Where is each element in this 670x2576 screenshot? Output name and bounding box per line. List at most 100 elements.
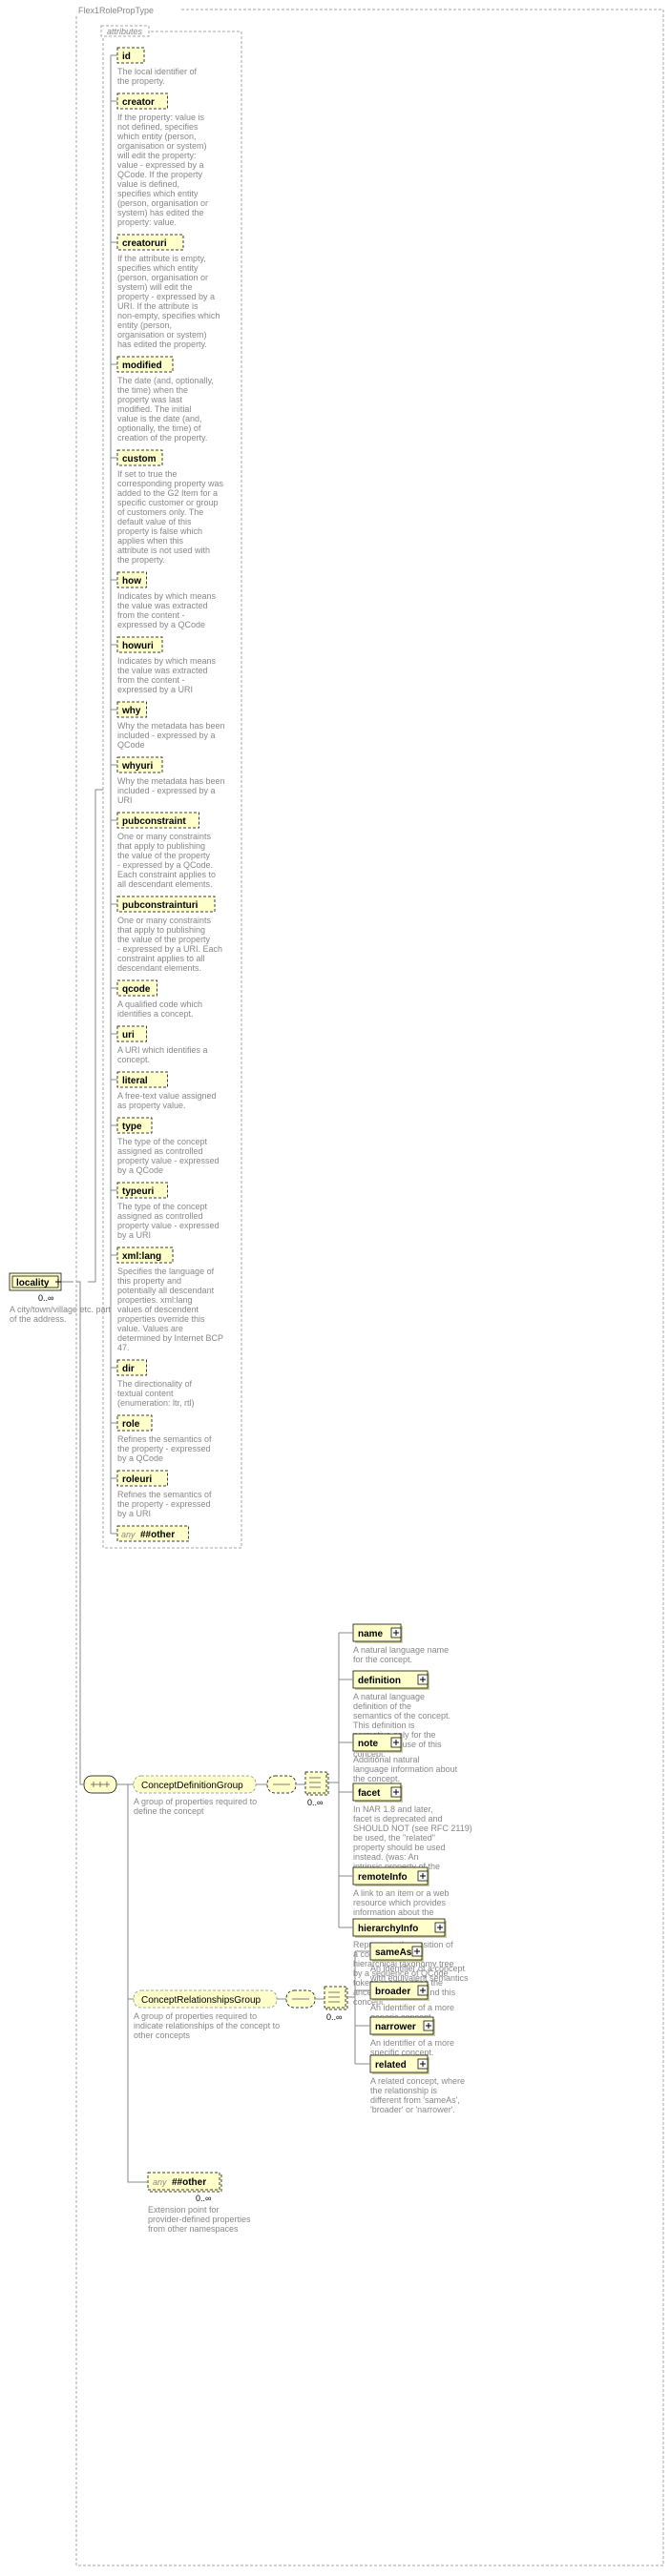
svg-text:typeuri: typeuri bbox=[122, 1186, 155, 1197]
attr-pubconstraint: pubconstraint One or many constraintsthat… bbox=[111, 813, 216, 889]
svg-text:xml:lang: xml:lang bbox=[122, 1251, 161, 1262]
svg-text:note: note bbox=[358, 1739, 379, 1749]
def-name: name A natural language namefor the conce… bbox=[339, 1624, 449, 1664]
svg-text:##other: ##other bbox=[140, 1530, 175, 1540]
svg-text:any: any bbox=[153, 2177, 167, 2187]
svg-text:pubconstraint: pubconstraint bbox=[122, 816, 186, 827]
svg-text:howuri: howuri bbox=[122, 641, 154, 651]
svg-text:sameAs: sameAs bbox=[375, 1947, 412, 1958]
svg-text:roleuri: roleuri bbox=[122, 1474, 152, 1485]
svg-text:pubconstrainturi: pubconstrainturi bbox=[122, 900, 199, 911]
attr-custom-annotation: If set to true thecorresponding property… bbox=[117, 469, 224, 565]
sequence-compositor bbox=[84, 1776, 116, 1793]
svg-text:0..∞: 0..∞ bbox=[196, 2194, 211, 2203]
svg-text:definition: definition bbox=[358, 1676, 401, 1686]
svg-text:Extension point for prov: Extension point for provider-defined pro… bbox=[148, 2205, 253, 2234]
rel-narrower-annotation: An identifier of a morespecific concept. bbox=[370, 2038, 454, 2057]
attr-pubconstraint-annotation: One or many constraintsthat apply to pub… bbox=[117, 832, 216, 889]
locality-annotation: A city/town/village etc. part of the add… bbox=[10, 1305, 114, 1324]
attr-##other: any ##other bbox=[111, 1526, 189, 1541]
svg-text:name: name bbox=[358, 1629, 384, 1639]
attr-role-annotation: Refines the semantics ofthe property - e… bbox=[117, 1434, 212, 1463]
attr-creatoruri-annotation: If the attribute is empty,specifies whic… bbox=[117, 254, 220, 349]
locality-element: locality 0..∞ A city/town/village etc. p… bbox=[10, 1273, 114, 1324]
concept-definition-group: ConceptDefinitionGroup A group of proper… bbox=[134, 1776, 260, 1816]
attr-type-annotation: The type of the conceptassigned as contr… bbox=[117, 1137, 220, 1175]
svg-text:uri: uri bbox=[122, 1030, 135, 1041]
choice-def: 0..∞ bbox=[305, 1772, 328, 1807]
choice-rel: 0..∞ bbox=[325, 1987, 347, 2022]
svg-text:dir: dir bbox=[122, 1364, 135, 1374]
attr-qcode-annotation: A qualified code whichidentifies a conce… bbox=[117, 999, 202, 1019]
any-other-extension: any ##other 0..∞ Extension point for pro… bbox=[148, 2173, 253, 2234]
attr-id: idThe local identifier ofthe property. bbox=[111, 48, 198, 86]
attr-creatoruri: creatoruri If the attribute is empty,spec… bbox=[111, 235, 220, 349]
attr-whyuri-annotation: Why the metadata has beenincluded - expr… bbox=[117, 776, 225, 805]
attr-xml:lang-annotation: Specifies the language ofthis property a… bbox=[117, 1267, 223, 1352]
rel-related: related A related concept, wherethe relat… bbox=[355, 2055, 465, 2114]
svg-text:hierarchyInfo: hierarchyInfo bbox=[358, 1924, 418, 1934]
attributes-label: attributes bbox=[107, 27, 143, 36]
svg-text:custom: custom bbox=[122, 454, 157, 464]
seq-def bbox=[267, 1776, 296, 1793]
attr-howuri: howuri Indicates by which meansthe value … bbox=[111, 637, 217, 694]
svg-text:facet: facet bbox=[358, 1788, 381, 1799]
svg-text:0..∞: 0..∞ bbox=[307, 1798, 323, 1807]
attr-creator-annotation: If the property: value isnot defined, sp… bbox=[116, 113, 208, 227]
attr-role: role Refines the semantics ofthe property… bbox=[111, 1415, 212, 1463]
svg-text:remoteInfo: remoteInfo bbox=[358, 1872, 408, 1883]
svg-text:##other: ##other bbox=[172, 2177, 206, 2188]
seq-rel bbox=[286, 1990, 315, 2008]
def-remoteInfo: remoteInfoA link to an item or a webreso… bbox=[339, 1867, 450, 1927]
attr-dir: dirThe directionality oftextual content(… bbox=[111, 1360, 195, 1408]
def-name-annotation: A natural language namefor the concept. bbox=[353, 1645, 449, 1664]
schema-diagram: Flex1RolePropType locality 0..∞ A city/t… bbox=[0, 0, 670, 2576]
attr-how-annotation: Indicates by which meansthe value was ex… bbox=[117, 591, 217, 629]
rel-sameAs-annotation: An identifier of a conceptwith equivalen… bbox=[369, 1964, 469, 1983]
attr-roleuri: roleuri Refines the semantics ofthe prope… bbox=[111, 1471, 212, 1518]
attr-roleuri-annotation: Refines the semantics ofthe property - e… bbox=[117, 1490, 212, 1518]
attr-uri: uri A URI which identifies aconcept. bbox=[111, 1026, 208, 1064]
svg-text:type: type bbox=[122, 1122, 142, 1132]
attr-howuri-annotation: Indicates by which meansthe value was ex… bbox=[117, 656, 217, 694]
svg-text:creatoruri: creatoruri bbox=[122, 238, 167, 249]
root-title: Flex1RolePropType bbox=[78, 6, 154, 15]
svg-text:related: related bbox=[375, 2060, 407, 2071]
attr-how: how Indicates by which meansthe value was… bbox=[111, 572, 217, 629]
attr-qcode: qcodeA qualified code whichidentifies a … bbox=[111, 980, 202, 1019]
svg-text:locality: locality bbox=[16, 1278, 50, 1288]
attr-literal: literal A free-text value assignedas prop… bbox=[111, 1072, 217, 1110]
attr-typeuri-annotation: The type of the conceptassigned as contr… bbox=[117, 1202, 220, 1240]
rel-narrower: narrower An identifier of a morespecific … bbox=[355, 2017, 454, 2057]
svg-text:any: any bbox=[121, 1530, 136, 1539]
attr-custom: custom If set to true thecorresponding pr… bbox=[111, 450, 224, 565]
attr-id-annotation: The local identifier ofthe property. bbox=[117, 67, 198, 86]
svg-text:A group of properties required: A group of properties required to indica… bbox=[134, 2011, 283, 2040]
attr-literal-annotation: A free-text value assignedas property va… bbox=[117, 1091, 217, 1110]
svg-text:0..∞: 0..∞ bbox=[38, 1293, 53, 1303]
attr-why: why Why the metadata has beenincluded - e… bbox=[111, 702, 225, 750]
svg-text:whyuri: whyuri bbox=[121, 761, 153, 772]
attr-type: type The type of the conceptassigned as c… bbox=[111, 1118, 220, 1175]
concept-relationships-group: ConceptRelationshipsGroup A group of pro… bbox=[134, 1990, 283, 2040]
svg-text:how: how bbox=[122, 576, 141, 587]
def-note-annotation: Additional naturallanguage information a… bbox=[353, 1755, 458, 1783]
svg-text:A group of properties required: A group of properties required to define… bbox=[134, 1797, 260, 1816]
svg-text:why: why bbox=[121, 706, 141, 716]
attr-pubconstrainturi-annotation: One or many constraintsthat apply to pub… bbox=[117, 916, 222, 973]
svg-text:literal: literal bbox=[122, 1076, 148, 1086]
attr-creator: creatorIf the property: value isnot defi… bbox=[111, 93, 208, 227]
def-facet: facetIn NAR 1.8 and later,facet is depre… bbox=[339, 1783, 472, 1881]
attr-xml:lang: xml:lang Specifies the language ofthis pr… bbox=[111, 1247, 223, 1352]
attr-modified-annotation: The date (and, optionally,the time) when… bbox=[117, 376, 214, 443]
attr-typeuri: typeuri The type of the conceptassigned a… bbox=[111, 1183, 220, 1240]
attr-pubconstrainturi: pubconstrainturi One or many constraintst… bbox=[111, 896, 222, 973]
attr-uri-annotation: A URI which identifies aconcept. bbox=[117, 1045, 208, 1064]
svg-text:role: role bbox=[122, 1419, 140, 1430]
svg-text:broader: broader bbox=[375, 1987, 410, 1997]
attr-modified: modified The date (and, optionally,the ti… bbox=[111, 357, 214, 443]
svg-text:narrower: narrower bbox=[375, 2022, 416, 2032]
rel-related-annotation: A related concept, wherethe relationship… bbox=[370, 2076, 465, 2114]
attr-why-annotation: Why the metadata has beenincluded - expr… bbox=[117, 721, 225, 750]
svg-text:modified: modified bbox=[122, 361, 162, 371]
